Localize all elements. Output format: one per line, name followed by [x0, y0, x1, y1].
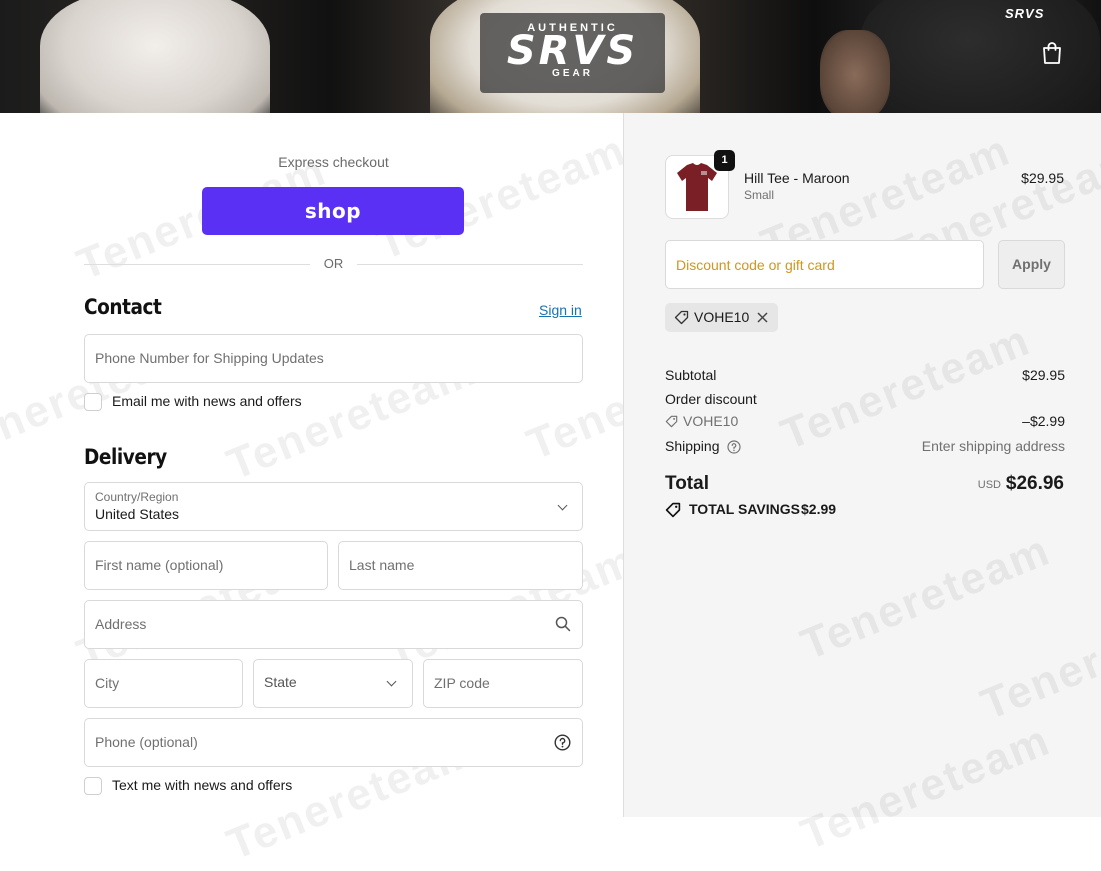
shipping-row: Shipping Enter shipping address: [665, 438, 1065, 458]
phone-optional-input[interactable]: Phone (optional): [84, 718, 583, 767]
applied-discount-code: VOHE10: [694, 309, 750, 325]
email-optin-label: Email me with news and offers: [112, 393, 302, 409]
product-variant: Small: [744, 188, 775, 202]
state-placeholder: State: [264, 674, 297, 690]
tag-icon: [665, 502, 681, 518]
express-checkout-label: Express checkout: [278, 154, 389, 170]
search-icon[interactable]: [555, 616, 571, 632]
delivery-heading: Delivery: [84, 445, 167, 469]
first-name-input[interactable]: First name (optional): [84, 541, 328, 590]
tag-icon: [665, 415, 678, 428]
sign-in-link[interactable]: Sign in: [539, 302, 582, 318]
phone-shipping-placeholder: Phone Number for Shipping Updates: [95, 350, 324, 366]
remove-discount-close-icon[interactable]: [757, 312, 768, 323]
state-select[interactable]: State: [253, 659, 413, 708]
first-name-placeholder: First name (optional): [95, 557, 224, 573]
phone-shipping-updates-input[interactable]: Phone Number for Shipping Updates: [84, 334, 583, 383]
order-discount-row: Order discount: [665, 391, 1065, 411]
text-optin-label: Text me with news and offers: [112, 777, 293, 793]
help-circle-icon[interactable]: [554, 734, 571, 751]
discount-code-label: VOHE10: [683, 413, 739, 429]
country-select[interactable]: Country/Region United States: [84, 482, 583, 531]
contact-heading: Contact: [84, 295, 162, 319]
shipping-value: Enter shipping address: [921, 438, 1065, 454]
city-placeholder: City: [95, 675, 120, 691]
banner-model-arm: [820, 30, 890, 113]
watermark: Tenereteam: [794, 715, 1058, 860]
or-divider: OR: [84, 255, 583, 275]
address-input[interactable]: Address: [84, 600, 583, 649]
quantity-badge: 1: [714, 150, 735, 171]
banner-model-left: [40, 0, 270, 113]
last-name-placeholder: Last name: [349, 557, 415, 573]
checkout-form-column: Tenereteam Tenereteam Tenereteam Teneret…: [0, 113, 783, 870]
total-label: Total: [665, 473, 709, 494]
applied-discount-chip: VOHE10: [665, 303, 778, 332]
tag-icon: [674, 310, 689, 325]
last-name-input[interactable]: Last name: [338, 541, 583, 590]
shipping-label: Shipping: [665, 438, 720, 454]
logo-main-text: SRVS: [506, 28, 639, 74]
discount-value: –$2.99: [1022, 413, 1065, 429]
subtotal-value: $29.95: [1022, 367, 1065, 383]
help-circle-icon[interactable]: [727, 440, 741, 454]
chevron-down-icon: [557, 500, 568, 511]
discount-code-input[interactable]: Discount code or gift card: [665, 240, 984, 289]
divider-line: [357, 264, 583, 265]
address-placeholder: Address: [95, 616, 147, 632]
discount-code-placeholder: Discount code or gift card: [676, 257, 835, 273]
shirt-logo-mark: SRVS: [1005, 6, 1045, 21]
discount-code-row: VOHE10 –$2.99: [665, 413, 1065, 433]
total-currency: USD: [977, 479, 1001, 491]
phone-optional-placeholder: Phone (optional): [95, 734, 198, 750]
chevron-down-icon: [386, 676, 397, 687]
banner-model-right: [860, 0, 1100, 113]
watermark: Tenereteam: [794, 525, 1058, 670]
country-label: Country/Region: [95, 490, 179, 504]
text-optin-checkbox[interactable]: [84, 777, 102, 795]
shop-pay-button[interactable]: shop: [202, 187, 464, 235]
zip-code-placeholder: ZIP code: [434, 675, 490, 691]
watermark: Tenereteam: [974, 585, 1101, 730]
total-savings-label: TOTAL SAVINGS: [689, 501, 800, 517]
product-price: $29.95: [1021, 170, 1064, 186]
apply-discount-button[interactable]: Apply: [998, 240, 1065, 289]
subtotal-label: Subtotal: [665, 367, 717, 383]
email-optin-checkbox[interactable]: [84, 393, 102, 411]
order-discount-label: Order discount: [665, 391, 757, 407]
order-summary-column: Tenereteam Tenereteam Tenereteam Teneret…: [623, 113, 1101, 860]
zip-code-input[interactable]: ZIP code: [423, 659, 583, 708]
shopping-bag-icon[interactable]: [1041, 41, 1063, 65]
total-value: $26.96: [1005, 473, 1064, 494]
country-value: United States: [95, 506, 180, 522]
city-input[interactable]: City: [84, 659, 243, 708]
brand-logo[interactable]: AUTHENTIC SRVS GEAR: [480, 13, 665, 93]
product-name: Hill Tee - Maroon: [744, 170, 850, 186]
subtotal-row: Subtotal $29.95: [665, 367, 1065, 387]
header-banner: AUTHENTIC SRVS GEAR SRVS: [0, 0, 1101, 113]
total-savings-value: $2.99: [801, 501, 837, 517]
